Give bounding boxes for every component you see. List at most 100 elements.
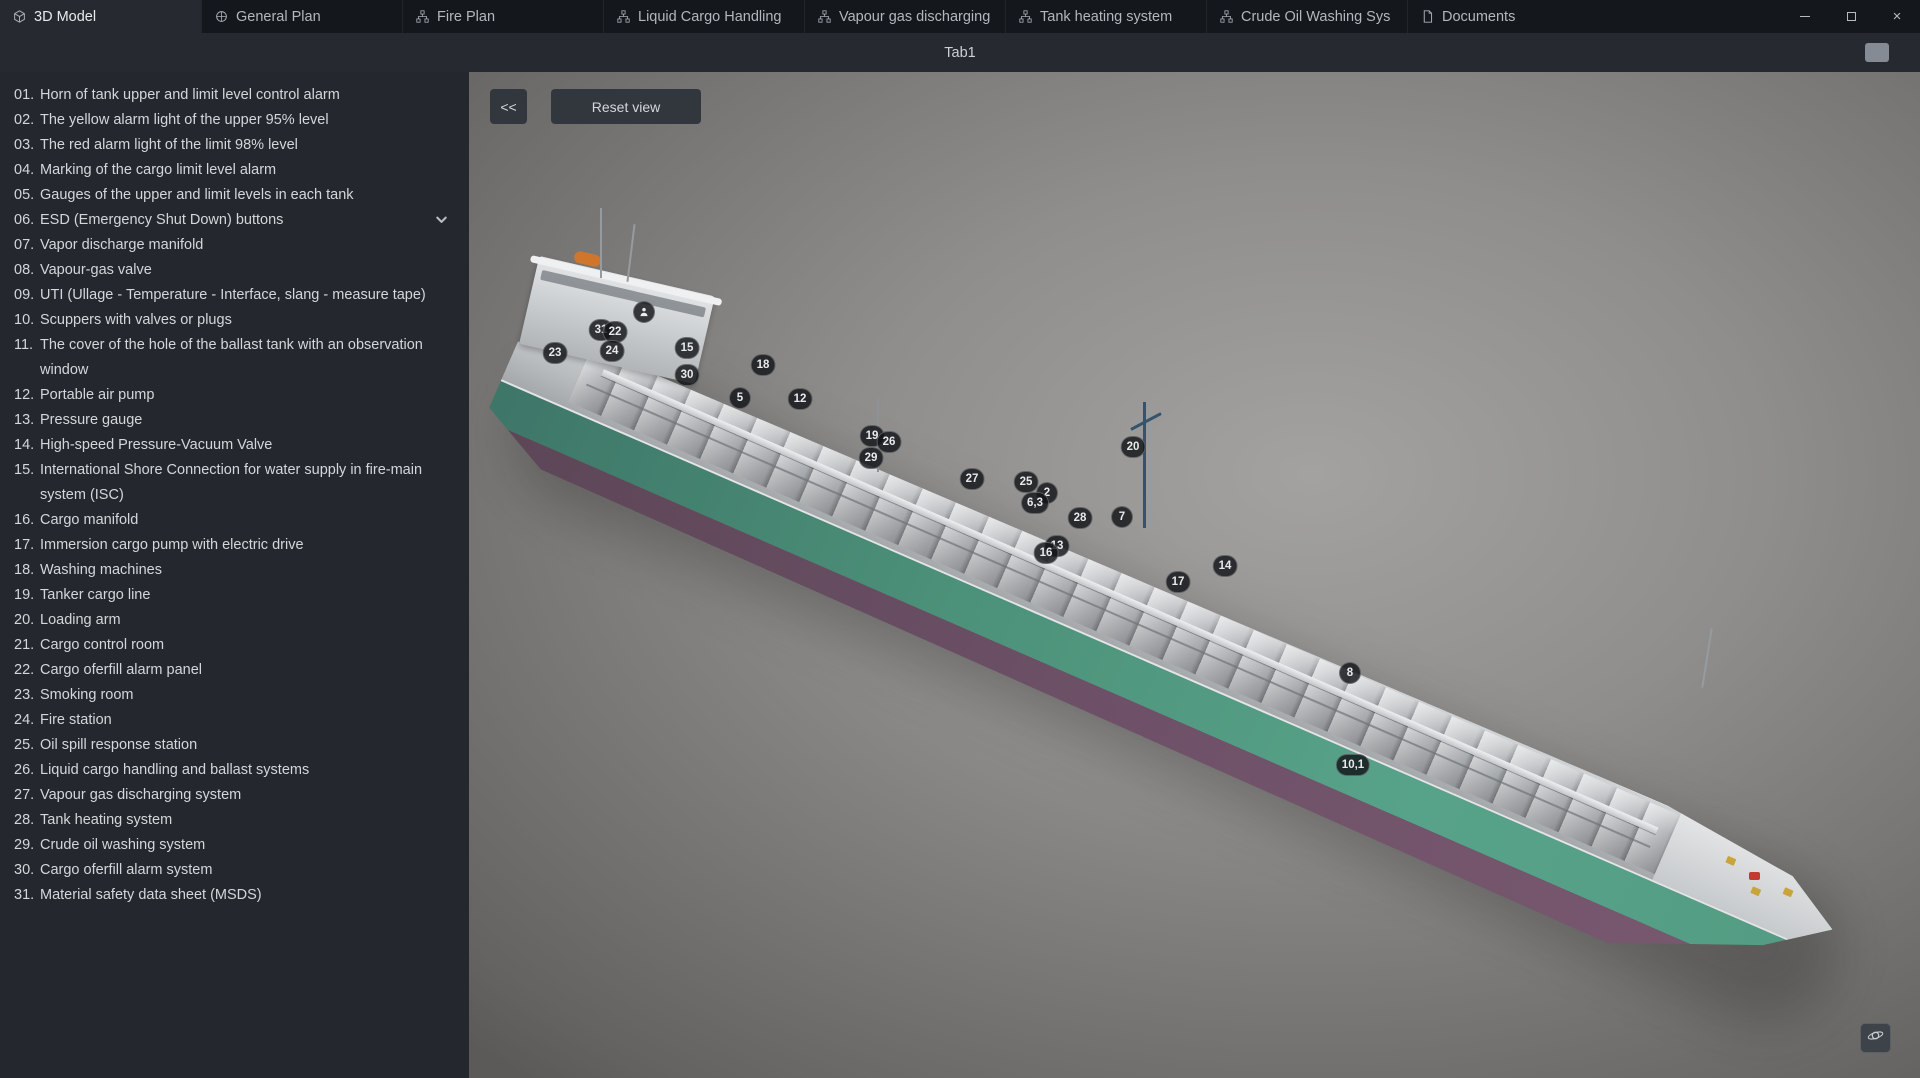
sidebar-item-20[interactable]: 20.Loading arm xyxy=(0,608,469,633)
item-label: Liquid cargo handling and ballast system… xyxy=(40,758,461,783)
item-label: Vapour gas discharging system xyxy=(40,783,461,808)
item-label: Washing machines xyxy=(40,558,461,583)
tab-label: Vapour gas discharging xyxy=(839,9,990,25)
sidebar-item-03[interactable]: 03.The red alarm light of the limit 98% … xyxy=(0,133,469,158)
sidebar-item-05[interactable]: 05.Gauges of the upper and limit levels … xyxy=(0,183,469,208)
sidebar-item-16[interactable]: 16.Cargo manifold xyxy=(0,508,469,533)
flow-icon xyxy=(617,10,630,23)
marker-12[interactable]: 12 xyxy=(788,388,813,410)
sidebar-item-14[interactable]: 14.High-speed Pressure-Vacuum Valve xyxy=(0,433,469,458)
tab-fire-plan[interactable]: Fire Plan xyxy=(402,0,603,33)
item-label: Pressure gauge xyxy=(40,408,461,433)
marker-10-1[interactable]: 10,1 xyxy=(1336,754,1370,776)
item-number: 16. xyxy=(14,508,40,533)
item-label: ESD (Emergency Shut Down) buttons xyxy=(40,208,430,233)
marker-16[interactable]: 16 xyxy=(1034,542,1059,564)
tab-liquid-cargo-handling[interactable]: Liquid Cargo Handling xyxy=(603,0,804,33)
minimize-button[interactable] xyxy=(1782,0,1828,33)
sidebar-item-11[interactable]: 11.The cover of the hole of the ballast … xyxy=(0,333,469,383)
marker-7[interactable]: 7 xyxy=(1111,506,1133,528)
item-number: 13. xyxy=(14,408,40,433)
sidebar-item-23[interactable]: 23.Smoking room xyxy=(0,683,469,708)
sidebar-item-04[interactable]: 04.Marking of the cargo limit level alar… xyxy=(0,158,469,183)
item-label: Portable air pump xyxy=(40,383,461,408)
marker-30[interactable]: 30 xyxy=(675,364,700,386)
sidebar-item-18[interactable]: 18.Washing machines xyxy=(0,558,469,583)
tab-label: Liquid Cargo Handling xyxy=(638,9,782,25)
sidebar-item-24[interactable]: 24.Fire station xyxy=(0,708,469,733)
sidebar-item-01[interactable]: 01.Horn of tank upper and limit level co… xyxy=(0,83,469,108)
sidebar-item-25[interactable]: 25.Oil spill response station xyxy=(0,733,469,758)
sidebar-item-30[interactable]: 30.Cargo oferfill alarm system xyxy=(0,858,469,883)
tab-vapour-gas-discharging[interactable]: Vapour gas discharging xyxy=(804,0,1005,33)
sidebar-item-15[interactable]: 15.International Shore Connection for wa… xyxy=(0,458,469,508)
close-icon: × xyxy=(1893,8,1902,25)
item-label: The red alarm light of the limit 98% lev… xyxy=(40,133,461,158)
sidebar-item-19[interactable]: 19.Tanker cargo line xyxy=(0,583,469,608)
item-label: Cargo oferfill alarm system xyxy=(40,858,461,883)
item-label: International Shore Connection for water… xyxy=(40,458,461,508)
subheader-button[interactable] xyxy=(1865,43,1889,62)
sidebar-item-26[interactable]: 26.Liquid cargo handling and ballast sys… xyxy=(0,758,469,783)
marker-20[interactable]: 20 xyxy=(1121,436,1146,458)
sidebar-item-09[interactable]: 09.UTI (Ullage - Temperature - Interface… xyxy=(0,283,469,308)
marker-18[interactable]: 18 xyxy=(751,354,776,376)
sidebar-item-29[interactable]: 29.Crude oil washing system xyxy=(0,833,469,858)
item-label: Immersion cargo pump with electric drive xyxy=(40,533,461,558)
sidebar-item-12[interactable]: 12.Portable air pump xyxy=(0,383,469,408)
item-number: 14. xyxy=(14,433,40,458)
sidebar-item-13[interactable]: 13.Pressure gauge xyxy=(0,408,469,433)
marker-24[interactable]: 24 xyxy=(600,340,625,362)
sidebar-item-02[interactable]: 02.The yellow alarm light of the upper 9… xyxy=(0,108,469,133)
tab-3d-model[interactable]: 3D Model xyxy=(0,0,201,33)
sidebar-item-06[interactable]: 06.ESD (Emergency Shut Down) buttons xyxy=(0,208,469,233)
item-number: 23. xyxy=(14,683,40,708)
maximize-button[interactable] xyxy=(1828,0,1874,33)
sidebar-item-07[interactable]: 07.Vapor discharge manifold xyxy=(0,233,469,258)
item-number: 22. xyxy=(14,658,40,683)
collapse-sidebar-button[interactable]: << xyxy=(490,89,527,124)
chevron-down-icon[interactable] xyxy=(430,208,461,227)
marker-5[interactable]: 5 xyxy=(729,387,751,409)
marker-14[interactable]: 14 xyxy=(1213,555,1238,577)
close-button[interactable]: × xyxy=(1874,0,1920,33)
sidebar-item-21[interactable]: 21.Cargo control room xyxy=(0,633,469,658)
sidebar-item-27[interactable]: 27.Vapour gas discharging system xyxy=(0,783,469,808)
subheader-title: Tab1 xyxy=(944,45,975,61)
marker-28[interactable]: 28 xyxy=(1068,507,1093,529)
flow-icon xyxy=(416,10,429,23)
item-label: Scuppers with valves or plugs xyxy=(40,308,461,333)
sidebar-item-17[interactable]: 17.Immersion cargo pump with electric dr… xyxy=(0,533,469,558)
item-number: 06. xyxy=(14,208,40,233)
marker-layer: 23312224153018512192629272526,3287131620… xyxy=(469,72,1920,1078)
viewport-3d[interactable]: << Reset view xyxy=(469,72,1920,1078)
item-label: Cargo manifold xyxy=(40,508,461,533)
marker-8[interactable]: 8 xyxy=(1339,662,1361,684)
subheader-bar: Tab1 xyxy=(0,33,1920,72)
tab-tank-heating-system[interactable]: Tank heating system xyxy=(1005,0,1206,33)
sidebar-item-08[interactable]: 08.Vapour-gas valve xyxy=(0,258,469,283)
tab-documents[interactable]: Documents xyxy=(1407,0,1539,33)
sidebar-item-10[interactable]: 10.Scuppers with valves or plugs xyxy=(0,308,469,333)
marker-29[interactable]: 29 xyxy=(859,447,884,469)
item-number: 26. xyxy=(14,758,40,783)
tab-general-plan[interactable]: General Plan xyxy=(201,0,402,33)
marker-6-3[interactable]: 6,3 xyxy=(1021,492,1049,514)
tab-label: Crude Oil Washing Sys xyxy=(1241,9,1390,25)
tab-label: Documents xyxy=(1442,9,1515,25)
orbit-view-button[interactable] xyxy=(1860,1023,1891,1053)
reset-view-button[interactable]: Reset view xyxy=(551,89,701,124)
item-number: 15. xyxy=(14,458,40,483)
tab-crude-oil-washing-sys[interactable]: Crude Oil Washing Sys xyxy=(1206,0,1407,33)
sidebar-item-31[interactable]: 31.Material safety data sheet (MSDS) xyxy=(0,883,469,908)
marker-23[interactable]: 23 xyxy=(543,342,568,364)
marker-25[interactable]: 25 xyxy=(1014,471,1039,493)
sidebar-item-22[interactable]: 22.Cargo oferfill alarm panel xyxy=(0,658,469,683)
marker-27[interactable]: 27 xyxy=(960,468,985,490)
item-label: Cargo control room xyxy=(40,633,461,658)
viewpoint-marker[interactable] xyxy=(633,301,655,323)
marker-17[interactable]: 17 xyxy=(1166,571,1191,593)
item-number: 01. xyxy=(14,83,40,108)
marker-15[interactable]: 15 xyxy=(675,337,700,359)
sidebar-item-28[interactable]: 28.Tank heating system xyxy=(0,808,469,833)
